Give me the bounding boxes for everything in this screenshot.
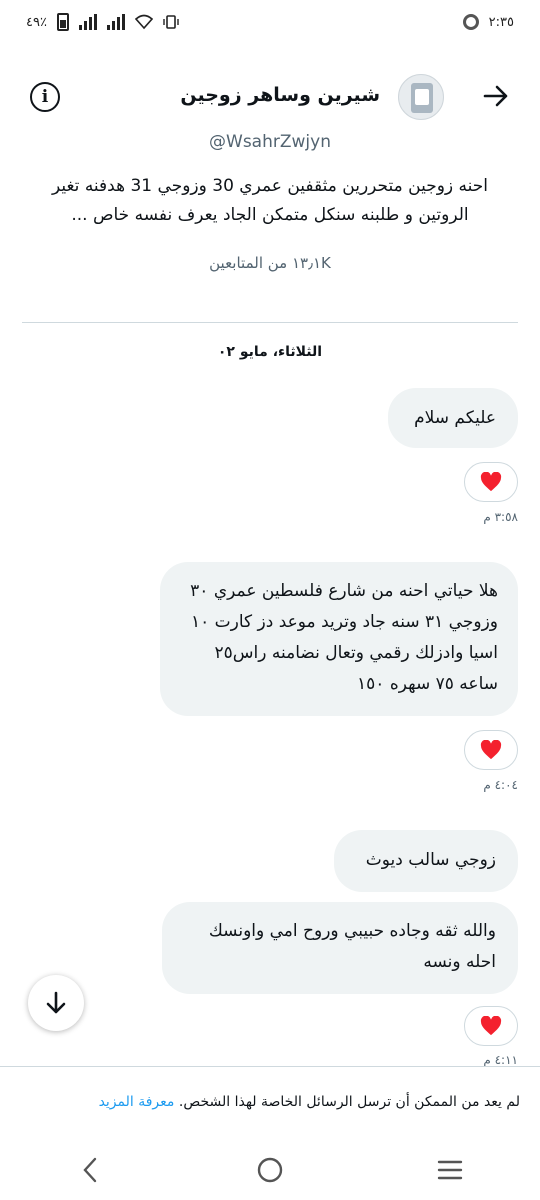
display-name[interactable]: شيرين وساهر زوجين [180,84,380,106]
message-text: هلا حياتي احنه من شارع فلسطين عمري ٣٠ وز… [190,581,498,694]
message-bubble[interactable]: زوجي سالب ديوث [334,830,518,892]
message-time: ٤:٠٤ م [483,778,518,792]
conversation-header: i شيرين وساهر زوجين [0,66,540,126]
nav-back-button[interactable] [60,1140,120,1200]
battery-icon [56,13,69,31]
reaction-badge[interactable] [464,462,518,502]
message-bubble[interactable]: هلا حياتي احنه من شارع فلسطين عمري ٣٠ وز… [160,562,518,716]
message-text: والله ثقه وجاده حبيبي وروح امي واونسك اح… [208,921,496,972]
notice-text: لم يعد من الممكن أن ترسل الرسائل الخاصة … [178,1094,520,1110]
user-bio: احنه زوجين متحررين مثقفين عمري 30 وزوجي … [51,176,489,225]
battery-percent: ٤٩٪ [26,14,47,30]
divider [22,322,518,323]
arrow-right-icon [483,85,508,107]
followers-count[interactable]: ١٣٫١K من المتابعين [0,254,540,272]
avatar[interactable] [398,74,444,120]
heart-icon [480,472,502,492]
vibrate-icon [163,15,179,29]
chevron-left-icon [83,1157,97,1183]
message-time: ٣:٥٨ م [483,510,518,524]
scroll-down-button[interactable] [28,975,84,1031]
back-button[interactable] [478,78,514,114]
wifi-icon [134,14,153,30]
dm-disabled-notice: لم يعد من الممكن أن ترسل الرسائل الخاصة … [20,1094,520,1110]
menu-lines-icon [437,1160,463,1180]
learn-more-link[interactable]: معرفة المزيد [99,1094,175,1110]
message-time: ٤:١١ م [483,1053,518,1067]
home-circle-icon [257,1157,283,1183]
date-separator: الثلاثاء، مايو ٠٢ [217,344,323,360]
message-text: زوجي سالب ديوث [365,850,496,870]
user-handle[interactable]: @WsahrZwjyn [0,132,540,152]
arrow-down-icon [46,991,66,1014]
signal-icon-2 [106,14,125,30]
footer-divider [0,1066,540,1067]
nav-recents-button[interactable] [420,1140,480,1200]
heart-icon [480,740,502,760]
heart-icon [480,1016,502,1036]
message-text: عليكم سلام [414,408,496,428]
info-icon[interactable]: i [30,82,60,112]
reaction-badge[interactable] [464,730,518,770]
nav-home-button[interactable] [240,1140,300,1200]
signal-icon [78,14,97,30]
message-bubble[interactable]: عليكم سلام [388,388,518,448]
message-bubble[interactable]: والله ثقه وجاده حبيبي وروح امي واونسك اح… [162,902,518,994]
status-bar: ٤٩٪ ٢:٣٥ [0,0,540,44]
system-nav-bar [0,1140,540,1200]
clock: ٢:٣٥ [488,14,514,30]
reaction-badge[interactable] [464,1006,518,1046]
status-right: ٢:٣٥ [462,14,514,30]
chrome-icon [462,14,479,30]
status-left: ٤٩٪ [26,13,179,31]
